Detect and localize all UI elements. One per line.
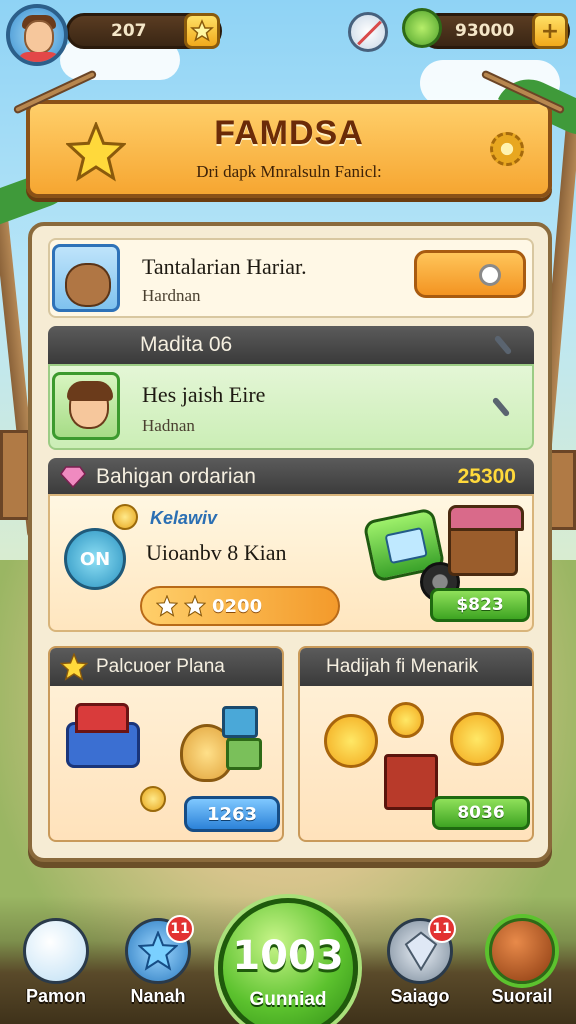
notification-badge: 11: [166, 915, 194, 943]
promo-section-header: Bahigan ordarian 25300: [48, 458, 534, 496]
banner-subtitle: Dri dapk Mnralsuln Fanicl:: [196, 162, 382, 181]
yeti-icon: [23, 918, 89, 984]
notification-badge: 11: [428, 915, 456, 943]
gear-icon[interactable]: [490, 132, 524, 166]
nav-item-nanah[interactable]: 11 Nanah: [110, 915, 206, 1007]
level-value: 207: [111, 21, 147, 41]
madita-subtitle: Hadnan: [142, 416, 195, 435]
box-icon: [226, 738, 262, 770]
character-thumbnail: [52, 372, 120, 440]
madita-row[interactable]: Hes jaish Eire Hadnan: [48, 364, 534, 450]
nav-item-pamon[interactable]: Pamon: [8, 918, 104, 1007]
crystal-icon: 11: [387, 915, 456, 984]
gunniad-value: 1003: [232, 933, 344, 979]
task-row[interactable]: Tantalarian Hariar. Hardnan: [48, 238, 534, 318]
add-currency-button[interactable]: +: [532, 13, 568, 49]
gunniad-label: Gunniad: [249, 989, 327, 1010]
player-avatar[interactable]: [6, 4, 68, 66]
offer-card-right[interactable]: Hadijah fi Menarik 8036: [298, 646, 534, 842]
promo-title: Uioanbv 8 Kian: [146, 540, 287, 565]
promo-buy-button[interactable]: $823: [430, 588, 530, 622]
star-shield-icon: 11: [125, 915, 194, 984]
coin-icon: [112, 504, 138, 530]
hut: [0, 430, 30, 520]
star-icon: [156, 595, 178, 617]
task-subtitle: Hardnan: [142, 286, 201, 305]
top-hud: 207 93000 +: [0, 0, 576, 70]
gift-box-icon: [384, 754, 438, 810]
main-panel: Tantalarian Hariar. Hardnan Madita 06 He…: [28, 222, 552, 862]
coin-icon: [140, 786, 166, 812]
task-title: Tantalarian Hariar.: [142, 254, 307, 279]
nav-item-saiago[interactable]: 11 Saiago: [372, 915, 468, 1007]
sun-character-icon: [324, 714, 378, 768]
promo-header-value: 25300: [457, 465, 516, 488]
star-icon[interactable]: [184, 13, 220, 49]
nav-item-suorail[interactable]: Suorail: [474, 918, 570, 1007]
hut: [548, 450, 576, 530]
currency-value: 93000: [455, 21, 515, 41]
offer-card-left[interactable]: Palcuoer Plana 1263: [48, 646, 284, 842]
sun-character-icon: [450, 712, 504, 766]
offer-card-left-header: Palcuoer Plana: [50, 648, 282, 686]
box-icon: [222, 706, 258, 738]
on-badge: ON: [64, 528, 126, 590]
sun-character-icon: [388, 702, 424, 738]
cog-icon: [479, 264, 501, 286]
title-banner: FAMDSA Dri dapk Mnralsuln Fanicl:: [12, 69, 566, 198]
wrench-icon[interactable]: [493, 334, 513, 356]
compass-icon[interactable]: [348, 12, 388, 52]
treasure-chest-icon: [448, 505, 524, 576]
offer-card-right-header: Hadijah fi Menarik: [300, 648, 532, 686]
promo-progress-bar: 0200: [140, 586, 340, 626]
wrench-icon[interactable]: [491, 396, 511, 418]
leaf-currency-icon: [402, 8, 442, 48]
promo-offer[interactable]: ON Kelawiv Uioanbv 8 Kian 0200 $823: [48, 494, 534, 632]
truck-icon: [66, 703, 140, 768]
star-icon: [184, 595, 206, 617]
gem-icon: [60, 466, 86, 488]
madita-title: Hes jaish Eire: [142, 382, 266, 407]
banner-title: FAMDSA: [214, 114, 364, 152]
coconut-icon: [489, 918, 555, 984]
bear-thumbnail: [52, 244, 120, 312]
offer-card-left-buy-button[interactable]: 1263: [184, 796, 280, 832]
promo-tag: Kelawiv: [150, 508, 218, 528]
star-icon: [60, 653, 88, 681]
madita-section-header: Madita 06: [48, 326, 534, 364]
task-action-button[interactable]: [414, 250, 526, 298]
offer-card-right-buy-button[interactable]: 8036: [432, 796, 530, 830]
bamboo-stick: [12, 69, 98, 115]
